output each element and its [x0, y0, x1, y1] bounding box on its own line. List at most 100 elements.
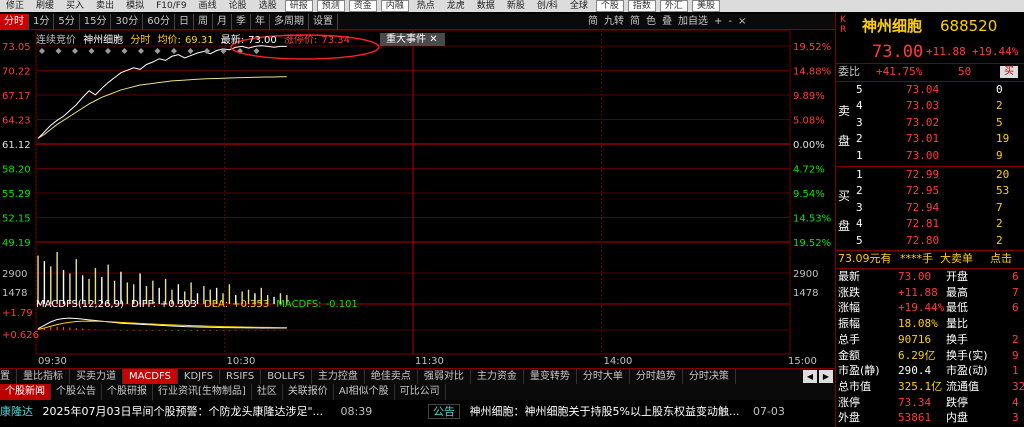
indicator-tab[interactable]: 量比指标: [17, 369, 70, 384]
period-tab[interactable]: 设置: [309, 14, 338, 30]
indicator-tab[interactable]: RSIFS: [220, 369, 262, 384]
news-tab[interactable]: 个股研报: [102, 384, 153, 400]
chart-tool[interactable]: 叠: [659, 14, 675, 30]
toolbar-item[interactable]: 选股: [253, 0, 283, 12]
toolbar-item[interactable]: 个股: [595, 0, 624, 12]
major-event-tag[interactable]: 重大事件 ✕: [380, 33, 445, 46]
bid-level-row[interactable]: 3 72.94 7: [836, 200, 1024, 216]
news-item[interactable]: 康隆达 2025年07月03日早间个股预警：个防龙头康隆达涉足"... 08:3…: [0, 405, 372, 419]
news-tab[interactable]: 行业资讯[生物制品]: [153, 384, 252, 400]
toolbar-item[interactable]: 指数: [627, 0, 656, 12]
toolbar-item[interactable]: 研报: [284, 0, 313, 12]
chart-tool[interactable]: 简: [585, 14, 601, 30]
news-tab[interactable]: 可比公司: [395, 384, 446, 400]
buy-button[interactable]: 买: [1000, 66, 1018, 78]
indicator-tab[interactable]: 分时决策: [683, 369, 736, 384]
period-tab[interactable]: 周: [194, 14, 213, 30]
event-diamond-icon: [253, 48, 260, 54]
news-tab[interactable]: AI相似个股: [334, 384, 395, 400]
stat-label: 涨跌: [838, 285, 860, 299]
toolbar-item[interactable]: 模拟: [120, 0, 150, 12]
indicator-tab[interactable]: 绝佳卖点: [365, 369, 418, 384]
toolbar-item[interactable]: 美股: [691, 0, 720, 12]
period-tab[interactable]: 年: [251, 14, 270, 30]
period-tab[interactable]: 60分: [143, 14, 175, 30]
toolbar-item[interactable]: 卖出: [90, 0, 120, 12]
indicator-tab[interactable]: 主力资金: [471, 369, 524, 384]
bid-level-row[interactable]: 5 72.80 2: [836, 233, 1024, 249]
intraday-chart[interactable]: 73.05 19.52% 70.22 14.88% 67.17 9.89% 64.23 5.0…: [0, 30, 835, 366]
chart-tool[interactable]: +: [711, 14, 725, 30]
ask-level-row[interactable]: 5 73.04 0: [836, 82, 1024, 98]
period-tab[interactable]: 30分: [111, 14, 144, 30]
period-tab[interactable]: 日: [175, 14, 194, 30]
indicator-tab[interactable]: 量变转势: [524, 369, 577, 384]
indicator-tab[interactable]: MACDFS: [123, 369, 178, 384]
toolbar-item[interactable]: 资金: [348, 0, 377, 12]
big-order-click[interactable]: 点击: [990, 251, 1012, 267]
indicator-tab[interactable]: 分时大单: [577, 369, 630, 384]
chevron-right-icon[interactable]: ▶: [819, 370, 833, 383]
period-tab[interactable]: 季: [232, 14, 251, 30]
toolbar-item[interactable]: 新股: [501, 0, 531, 12]
toolbar-item[interactable]: 预测: [316, 0, 345, 12]
stat-value: 90716: [898, 332, 932, 346]
toolbar-item[interactable]: 内融: [380, 0, 409, 12]
bid-level-row[interactable]: 2 72.95 53: [836, 183, 1024, 199]
bid-level: 3: [856, 200, 863, 214]
toolbar-item[interactable]: 画线: [193, 0, 223, 12]
period-tab[interactable]: 多周期: [270, 14, 309, 30]
toolbar-item[interactable]: 创/科: [531, 0, 564, 12]
stat-row: 总手 90716 换手 2: [836, 332, 1024, 347]
toolbar-item[interactable]: 刷缓: [30, 0, 60, 12]
period-tab[interactable]: 15分: [80, 14, 112, 30]
ask-level-row[interactable]: 4 73.03 2: [836, 98, 1024, 114]
big-order-row[interactable]: 73.09元有 ****手 大卖单 点击: [836, 251, 1024, 267]
news-tab[interactable]: 关联报价: [283, 384, 334, 400]
period-tab[interactable]: 5分: [54, 14, 80, 30]
close-icon[interactable]: ✕: [429, 34, 437, 45]
period-tab[interactable]: 1分: [29, 14, 55, 30]
indicator-tab[interactable]: KDJFS: [178, 369, 221, 384]
toolbar-item[interactable]: 数据: [471, 0, 501, 12]
toolbar-item[interactable]: 外汇: [659, 0, 688, 12]
chart-tool[interactable]: 加自选: [675, 14, 711, 30]
chart-tool[interactable]: 简: [627, 14, 643, 30]
news-title[interactable]: 神州细胞：神州细胞关于持股5%以上股东权益变动触...: [470, 405, 740, 418]
toolbar-item[interactable]: 买入: [60, 0, 90, 12]
price-change-pct: +19.44%: [972, 45, 1019, 58]
chart-tool[interactable]: 色: [643, 14, 659, 30]
toolbar-item[interactable]: F10/F9: [150, 0, 193, 12]
indicator-tab[interactable]: 买卖力道: [70, 369, 123, 384]
event-diamond-icon: [88, 48, 95, 54]
chart-tool[interactable]: ×: [735, 14, 749, 30]
ask-level-row[interactable]: 3 73.02 5: [836, 115, 1024, 131]
ask-level-row[interactable]: 2 73.01 19: [836, 131, 1024, 147]
chart-tool[interactable]: 九转: [601, 14, 627, 30]
news-item[interactable]: 公告 神州细胞：神州细胞关于持股5%以上股东权益变动触... 07-03: [428, 404, 785, 419]
period-tab[interactable]: 分时: [0, 14, 29, 30]
bid-level-row[interactable]: 4 72.81 2: [836, 216, 1024, 232]
indicator-tab[interactable]: 分时趋势: [630, 369, 683, 384]
indicator-tab[interactable]: 主力控盘: [312, 369, 365, 384]
indicator-tab[interactable]: 强弱对比: [418, 369, 471, 384]
toolbar-item[interactable]: 龙虎: [441, 0, 471, 12]
indicator-tab[interactable]: BOLLFS: [261, 369, 312, 384]
ask-book: 5 73.04 0 4 73.03 2 3 73.02 5 2 73.01 19 1 73.00 9 卖盘: [836, 82, 1024, 164]
bid-level-row[interactable]: 1 72.99 20: [836, 167, 1024, 183]
news-title[interactable]: 2025年07月03日早间个股预警：个防龙头康隆达涉足"...: [43, 405, 324, 418]
news-tab[interactable]: 个股新闻: [0, 384, 51, 400]
toolbar-item[interactable]: 全球: [564, 0, 594, 12]
news-tab[interactable]: 社区: [252, 384, 283, 400]
period-tab[interactable]: 月: [213, 14, 232, 30]
indicator-settings[interactable]: 置: [0, 369, 17, 384]
chevron-left-icon[interactable]: ◀: [803, 370, 817, 383]
toolbar-item[interactable]: 修正: [0, 0, 30, 12]
macd-tick: +0.626: [2, 330, 39, 341]
chart-tool[interactable]: -: [725, 14, 735, 30]
news-tab[interactable]: 个股公告: [51, 384, 102, 400]
toolbar-item[interactable]: 论股: [223, 0, 253, 12]
stat-row: 金额 6.29亿 换手(实) 9: [836, 348, 1024, 363]
toolbar-item[interactable]: 热点: [411, 0, 441, 12]
ask-level-row[interactable]: 1 73.00 9: [836, 148, 1024, 164]
